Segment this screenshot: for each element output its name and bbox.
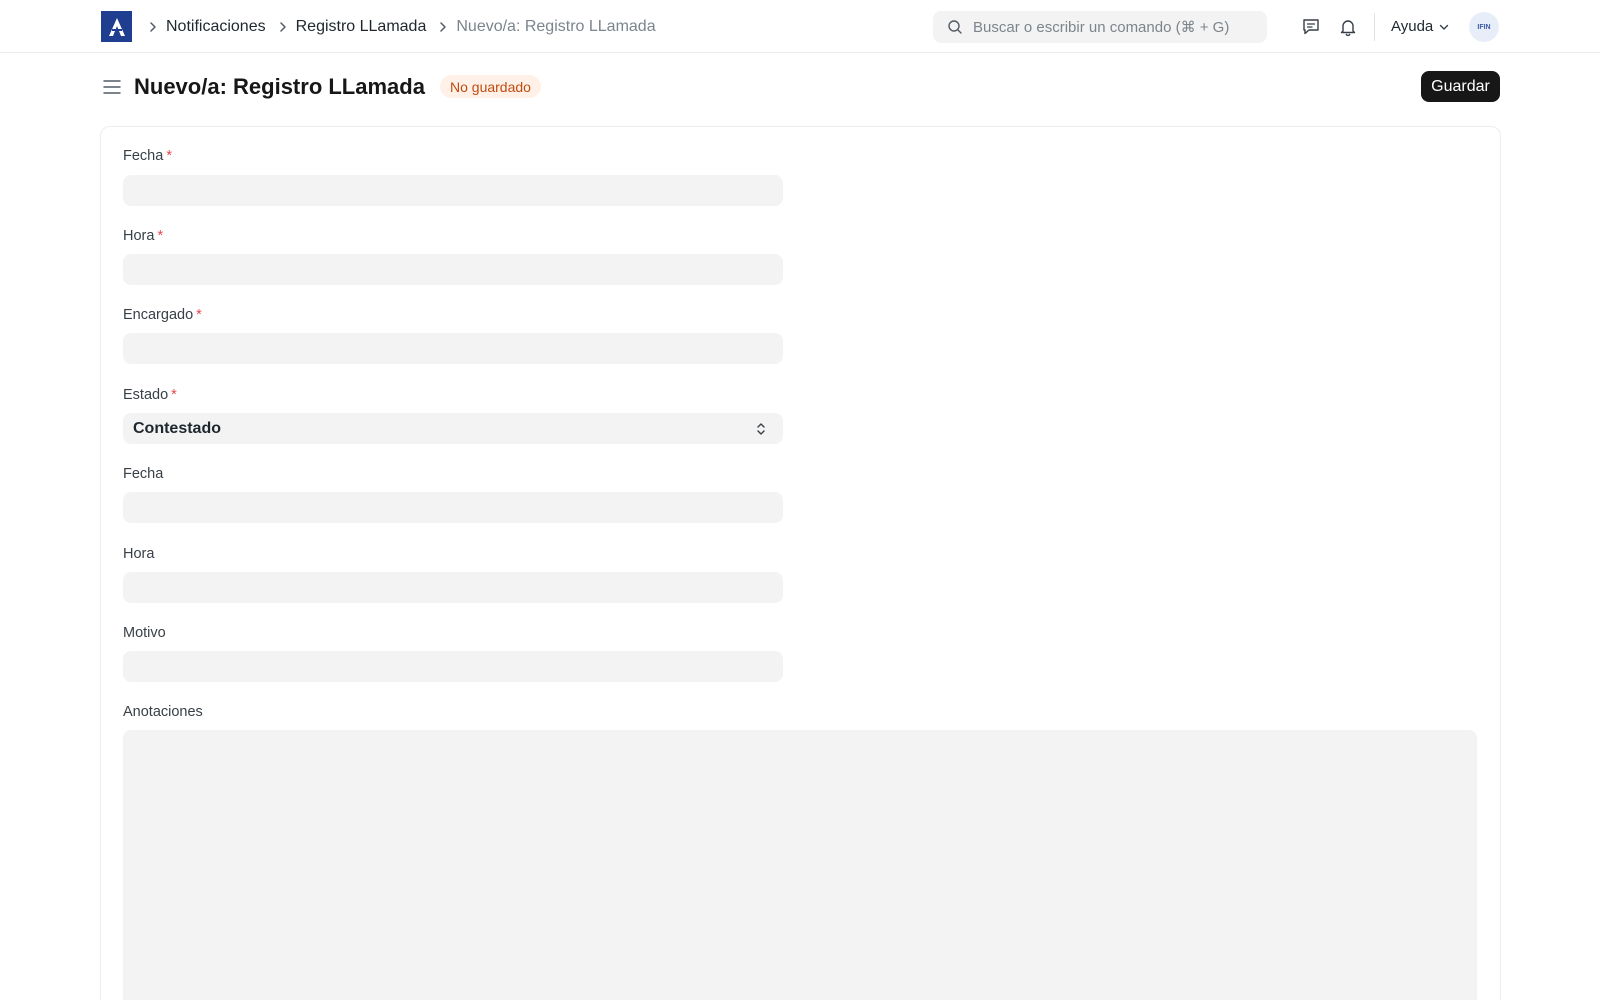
motivo-label: Motivo — [123, 625, 166, 641]
search-bar[interactable] — [933, 11, 1267, 43]
hora-field[interactable] — [123, 254, 783, 285]
fecha-2-field[interactable] — [123, 492, 783, 523]
search-icon — [948, 20, 962, 34]
hamburger-menu-icon — [103, 80, 121, 94]
search-input[interactable] — [973, 18, 1263, 36]
breadcrumb-current: Nuevo/a: Registro LLamada — [456, 17, 656, 35]
breadcrumb: Notificaciones Registro LLamada Nuevo/a:… — [148, 0, 668, 53]
chevron-right-icon — [438, 21, 448, 33]
encargado-label: Encargado * — [123, 307, 202, 323]
fecha-label: Fecha * — [123, 148, 172, 164]
required-indicator: * — [171, 387, 177, 403]
fecha-field[interactable] — [123, 175, 783, 206]
chevron-right-icon — [148, 21, 158, 33]
chat-icon[interactable] — [1300, 16, 1322, 38]
sidebar-toggle-button[interactable] — [101, 76, 123, 98]
estado-label: Estado * — [123, 387, 177, 403]
select-caret-icon — [757, 423, 765, 435]
help-label: Ayuda — [1391, 18, 1434, 35]
page-title: Nuevo/a: Registro LLamada — [134, 74, 425, 99]
motivo-field[interactable] — [123, 651, 783, 682]
hora-2-field[interactable] — [123, 572, 783, 603]
hora-2-label: Hora — [123, 546, 155, 562]
estado-selected-value: Contestado — [133, 419, 221, 437]
status-badge: No guardado — [440, 75, 541, 98]
navbar: Notificaciones Registro LLamada Nuevo/a:… — [0, 0, 1600, 53]
breadcrumb-notificaciones[interactable]: Notificaciones — [166, 18, 266, 36]
hora-label: Hora * — [123, 228, 164, 244]
fecha-2-label: Fecha — [123, 466, 164, 482]
required-indicator: * — [196, 307, 202, 323]
anotaciones-label: Anotaciones — [123, 704, 203, 720]
app-logo[interactable] — [101, 11, 132, 42]
required-indicator: * — [166, 148, 172, 164]
avatar[interactable]: IFIN — [1469, 12, 1499, 42]
navbar-divider — [1374, 13, 1375, 41]
bell-icon[interactable] — [1337, 16, 1359, 38]
chevron-down-icon — [1440, 24, 1449, 30]
encargado-field[interactable] — [123, 333, 783, 364]
logo-a-icon — [108, 17, 125, 36]
estado-select[interactable]: Contestado — [123, 413, 783, 444]
help-dropdown[interactable]: Ayuda — [1391, 0, 1450, 53]
breadcrumb-registro-llamada[interactable]: Registro LLamada — [296, 18, 427, 36]
save-button[interactable]: Guardar — [1421, 71, 1500, 102]
chevron-right-icon — [278, 21, 288, 33]
required-indicator: * — [157, 228, 164, 244]
anotaciones-textarea[interactable] — [123, 730, 1477, 1000]
